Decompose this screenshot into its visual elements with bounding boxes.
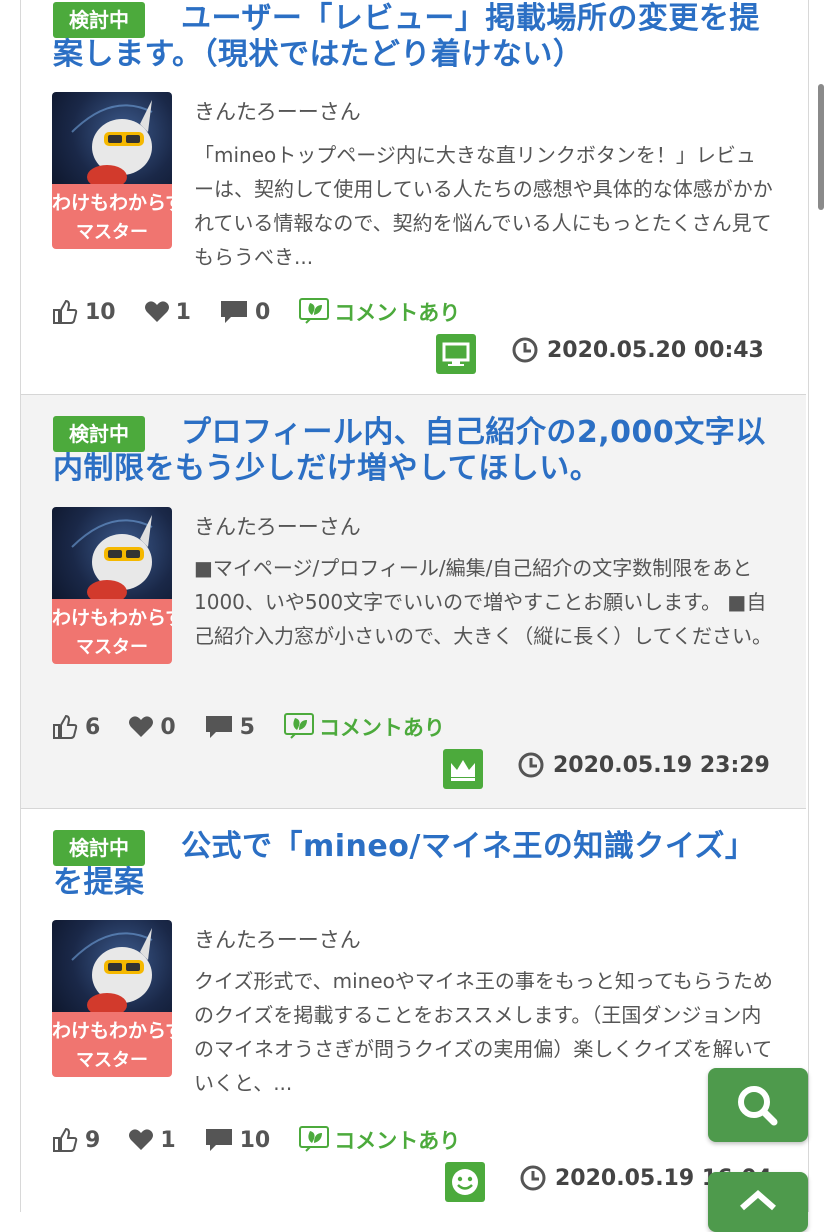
comment-count-value: 0 [254, 299, 271, 325]
comment-count[interactable]: 0 [219, 299, 270, 325]
avatar-title: わけもわからず [52, 1020, 172, 1042]
comment-exists-text: コメントあり [318, 716, 445, 740]
post-title[interactable]: プロフィール内、自己紹介の2,000文字以内制限をもう少しだけ増やしてほしい。 [53, 415, 773, 487]
post-stats: 10 1 0 コメントあり [51, 294, 460, 330]
post-card-1[interactable]: 検討中 ユーザー「レビュー」掲載場所の変更を提案します。（現状ではたどり着けない… [21, 0, 806, 394]
heart-icon [129, 716, 154, 737]
timestamp-text: 2020.05.19 23:29 [553, 752, 770, 778]
like-count-value: 9 [85, 1127, 101, 1153]
post-stats: 6 0 5 コメントあり [51, 709, 445, 745]
like-count[interactable]: 6 [51, 713, 100, 741]
speech-bubble-icon [205, 1129, 232, 1151]
post-excerpt: クイズ形式で、mineoやマイネ王の事をもっと知ってもらうためのクイズを掲載する… [194, 969, 773, 1095]
smiley-icon [445, 1162, 485, 1202]
like-count[interactable]: 10 [51, 298, 116, 326]
like-count[interactable]: 9 [51, 1126, 100, 1154]
post-card-3[interactable]: 検討中 公式で「mineo/マイネ王の知識クイズ」を提案 わけもわからず マスタ… [21, 808, 806, 1212]
comment-count-value: 5 [239, 714, 255, 740]
author-name[interactable]: きんたろーーさん [194, 924, 361, 954]
avatar[interactable]: わけもわからず マスター [52, 920, 172, 1077]
clock-icon [520, 1165, 546, 1191]
comment-exists-label[interactable]: コメントあり [283, 712, 445, 742]
thumbs-up-icon [53, 299, 78, 324]
scroll-top-button[interactable] [708, 1172, 808, 1232]
search-icon [738, 1086, 778, 1126]
comment-count-value: 10 [239, 1127, 271, 1153]
post-card-2[interactable]: 検討中 プロフィール内、自己紹介の2,000文字以内制限をもう少しだけ増やしてほ… [21, 394, 806, 809]
like-count-value: 10 [85, 299, 116, 325]
avatar[interactable]: わけもわからず マスター [52, 92, 172, 249]
comment-exists-label[interactable]: コメントあり [298, 1125, 460, 1155]
heart-icon [144, 301, 169, 322]
avatar-image [52, 92, 172, 194]
comment-count[interactable]: 5 [204, 714, 255, 740]
avatar-title: わけもわからず [52, 192, 172, 214]
speech-bubble-icon [205, 716, 232, 738]
heart-icon [129, 1129, 154, 1150]
comment-leaf-icon [283, 713, 314, 739]
comment-exists-label[interactable]: コメントあり [298, 297, 460, 327]
avatar-title: わけもわからず [52, 607, 172, 629]
post-stats: 9 1 10 コメントあり [51, 1122, 460, 1158]
comment-leaf-icon [299, 298, 330, 324]
heart-count-value: 1 [175, 299, 191, 325]
like-count-value: 6 [85, 714, 101, 740]
avatar-rank: マスター [76, 1050, 148, 1071]
avatar[interactable]: わけもわからず マスター [52, 507, 172, 664]
thumbs-up-icon [53, 714, 78, 739]
post-title[interactable]: ユーザー「レビュー」掲載場所の変更を提案します。（現状ではたどり着けない） [53, 1, 773, 73]
speech-bubble-icon [220, 301, 247, 323]
avatar-image [52, 920, 172, 1022]
comment-exists-text: コメントあり [334, 301, 461, 325]
scrollbar-thumb[interactable] [818, 84, 824, 210]
post-excerpt: ■マイページ/プロフィール/編集/自己紹介の文字数制限をあと1000、いや500… [194, 556, 772, 648]
comment-leaf-icon [299, 1126, 330, 1152]
heart-count[interactable]: 1 [128, 1127, 176, 1153]
avatar-rank: マスター [76, 222, 148, 243]
post-timestamp: 2020.05.20 00:43 [511, 336, 764, 364]
heart-count-value: 1 [160, 1127, 176, 1153]
search-button[interactable] [708, 1068, 808, 1142]
timestamp-text: 2020.05.20 00:43 [547, 337, 764, 363]
heart-count[interactable]: 1 [144, 300, 191, 325]
avatar-image [52, 507, 172, 609]
crown-icon [443, 749, 483, 789]
comment-exists-text: コメントあり [334, 1129, 461, 1153]
clock-icon [512, 337, 538, 363]
post-excerpt: 「mineoトップページ内に大きな直リンクボタンを！」レビューは、契約して使用し… [194, 143, 773, 269]
avatar-rank: マスター [76, 637, 148, 658]
author-name[interactable]: きんたろーーさん [194, 511, 361, 541]
monitor-icon [436, 334, 476, 374]
heart-count-value: 0 [160, 714, 176, 740]
heart-count[interactable]: 0 [128, 714, 176, 740]
chevron-up-icon [740, 1190, 776, 1211]
clock-icon [518, 752, 544, 778]
thumbs-up-icon [53, 1127, 78, 1152]
post-title[interactable]: 公式で「mineo/マイネ王の知識クイズ」を提案 [53, 829, 773, 901]
comment-count[interactable]: 10 [204, 1127, 271, 1153]
author-name[interactable]: きんたろーーさん [194, 96, 361, 126]
post-timestamp: 2020.05.19 23:29 [517, 751, 770, 779]
